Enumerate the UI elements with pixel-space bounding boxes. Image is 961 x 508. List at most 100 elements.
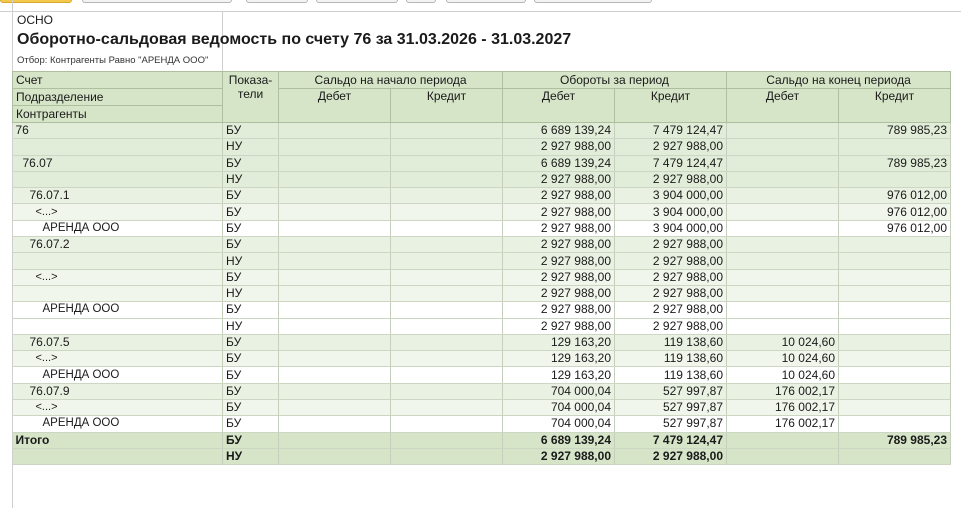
row-value-tc: 2 927 988,00 [614, 318, 727, 335]
row-account-name[interactable]: 76 [12, 122, 223, 140]
row-value-cc [838, 399, 951, 417]
header-closing-debit: Дебет [726, 88, 839, 123]
row-value-oc [390, 366, 503, 384]
row-account-name[interactable] [12, 171, 223, 189]
table-row[interactable]: <...> БУ 704 000,04 527 997,87 176 002,17 [12, 399, 951, 417]
toolbar-button[interactable] [446, 0, 526, 3]
table-row[interactable]: <...> БУ 2 927 988,00 2 927 988,00 [12, 269, 951, 286]
total-row: НУ 2 927 988,00 2 927 988,00 [12, 447, 951, 466]
total-value-td: 2 927 988,00 [502, 447, 615, 466]
row-value-od [278, 350, 391, 368]
row-account-name[interactable] [12, 138, 223, 156]
toolbar-button[interactable] [246, 0, 308, 3]
table-row[interactable]: 76 БУ 6 689 139,24 7 479 124,47 789 985,23 [12, 122, 951, 140]
row-value-oc [390, 350, 503, 368]
row-value-oc [390, 122, 503, 140]
table-row[interactable]: 76.07.1 БУ 2 927 988,00 3 904 000,00 976 012… [12, 187, 951, 205]
row-value-cd: 176 002,17 [726, 383, 839, 401]
row-account-name[interactable]: 76.07.9 [12, 383, 223, 401]
table-row[interactable]: НУ 2 927 988,00 2 927 988,00 [12, 252, 951, 270]
row-value-od [278, 252, 391, 270]
header-opening-balance: Сальдо на начало периода [278, 71, 503, 89]
report-table: Счет Показа- тели Сальдо на начало перио… [12, 71, 951, 466]
row-value-cc [838, 415, 951, 433]
row-indicator: БУ [222, 187, 279, 205]
toolbar-button[interactable] [406, 0, 436, 3]
header-divider [0, 11, 961, 12]
row-indicator: БУ [222, 236, 279, 254]
row-value-od [278, 334, 391, 352]
toolbar-button[interactable] [534, 0, 652, 3]
row-value-od [278, 399, 391, 417]
table-row[interactable]: АРЕНДА ООО БУ 2 927 988,00 2 927 988,00 [12, 301, 951, 319]
row-account-name[interactable]: АРЕНДА ООО [12, 415, 223, 433]
table-row[interactable]: НУ 2 927 988,00 2 927 988,00 [12, 285, 951, 303]
toolbar-primary-button[interactable] [0, 0, 72, 3]
header-indicators-line2: тели [237, 87, 264, 101]
row-account-name[interactable]: 76.07.2 [12, 236, 223, 254]
row-value-cd [726, 187, 839, 205]
row-value-cc [838, 301, 951, 319]
table-row[interactable]: 76.07.2 БУ 2 927 988,00 2 927 988,00 [12, 236, 951, 254]
row-value-cd [726, 301, 839, 319]
row-value-od [278, 187, 391, 205]
table-row[interactable]: НУ 2 927 988,00 2 927 988,00 [12, 138, 951, 156]
row-account-name[interactable] [12, 285, 223, 303]
toolbar-button[interactable] [82, 0, 232, 3]
row-account-name[interactable]: <...> [12, 269, 223, 286]
table-row[interactable]: АРЕНДА ООО БУ 129 163,20 119 138,60 10 024,6… [12, 366, 951, 384]
row-value-cc: 976 012,00 [838, 203, 951, 221]
total-indicator: НУ [222, 447, 279, 466]
table-row[interactable]: АРЕНДА ООО БУ 704 000,04 527 997,87 176 002,… [12, 415, 951, 433]
row-account-name[interactable]: <...> [12, 350, 223, 368]
row-value-oc [390, 236, 503, 254]
row-account-name[interactable]: 76.07 [12, 155, 223, 172]
row-value-cc [838, 236, 951, 254]
row-value-cc [838, 138, 951, 156]
row-indicator: НУ [222, 318, 279, 335]
row-value-tc: 119 138,60 [614, 334, 727, 352]
row-account-name[interactable]: 76.07.5 [12, 334, 223, 352]
total-value-tc: 2 927 988,00 [614, 447, 727, 466]
row-value-cd [726, 252, 839, 270]
row-account-name[interactable]: АРЕНДА ООО [12, 220, 223, 238]
row-indicator: БУ [222, 220, 279, 238]
table-row[interactable]: <...> БУ 129 163,20 119 138,60 10 024,60 [12, 350, 951, 368]
row-account-name[interactable] [12, 318, 223, 335]
header-indicators-line1: Показа- [228, 73, 273, 87]
row-indicator: БУ [222, 155, 279, 172]
row-account-name[interactable]: АРЕНДА ООО [12, 301, 223, 319]
row-account-name[interactable] [12, 252, 223, 270]
row-value-cc [838, 366, 951, 384]
table-row[interactable]: 76.07.9 БУ 704 000,04 527 997,87 176 002,17 [12, 383, 951, 401]
table-row[interactable]: НУ 2 927 988,00 2 927 988,00 [12, 171, 951, 189]
row-value-td: 704 000,04 [502, 415, 615, 433]
table-row[interactable]: НУ 2 927 988,00 2 927 988,00 [12, 318, 951, 335]
row-account-name[interactable]: АРЕНДА ООО [12, 366, 223, 384]
row-account-name[interactable]: <...> [12, 399, 223, 417]
row-value-td: 6 689 139,24 [502, 155, 615, 172]
header-turnover: Обороты за период [502, 71, 727, 89]
row-value-tc: 119 138,60 [614, 366, 727, 384]
row-value-cd: 10 024,60 [726, 350, 839, 368]
row-value-cd [726, 203, 839, 221]
row-indicator: БУ [222, 203, 279, 221]
table-row[interactable]: <...> БУ 2 927 988,00 3 904 000,00 976 012,0… [12, 203, 951, 221]
row-account-name[interactable]: <...> [12, 203, 223, 221]
row-indicator: НУ [222, 171, 279, 189]
row-value-oc [390, 285, 503, 303]
row-value-td: 6 689 139,24 [502, 122, 615, 140]
toolbar-button[interactable] [316, 0, 398, 3]
table-row[interactable]: 76.07 БУ 6 689 139,24 7 479 124,47 789 985,2… [12, 155, 951, 172]
row-value-oc [390, 383, 503, 401]
row-value-td: 129 163,20 [502, 366, 615, 384]
row-indicator: БУ [222, 334, 279, 352]
row-value-td: 2 927 988,00 [502, 269, 615, 286]
row-value-cd [726, 122, 839, 140]
table-row[interactable]: 76.07.5 БУ 129 163,20 119 138,60 10 024,60 [12, 334, 951, 352]
row-account-name[interactable]: 76.07.1 [12, 187, 223, 205]
table-row[interactable]: АРЕНДА ООО БУ 2 927 988,00 3 904 000,00 976 … [12, 220, 951, 238]
row-value-cc [838, 252, 951, 270]
row-value-cd: 176 002,17 [726, 415, 839, 433]
row-value-cd [726, 285, 839, 303]
